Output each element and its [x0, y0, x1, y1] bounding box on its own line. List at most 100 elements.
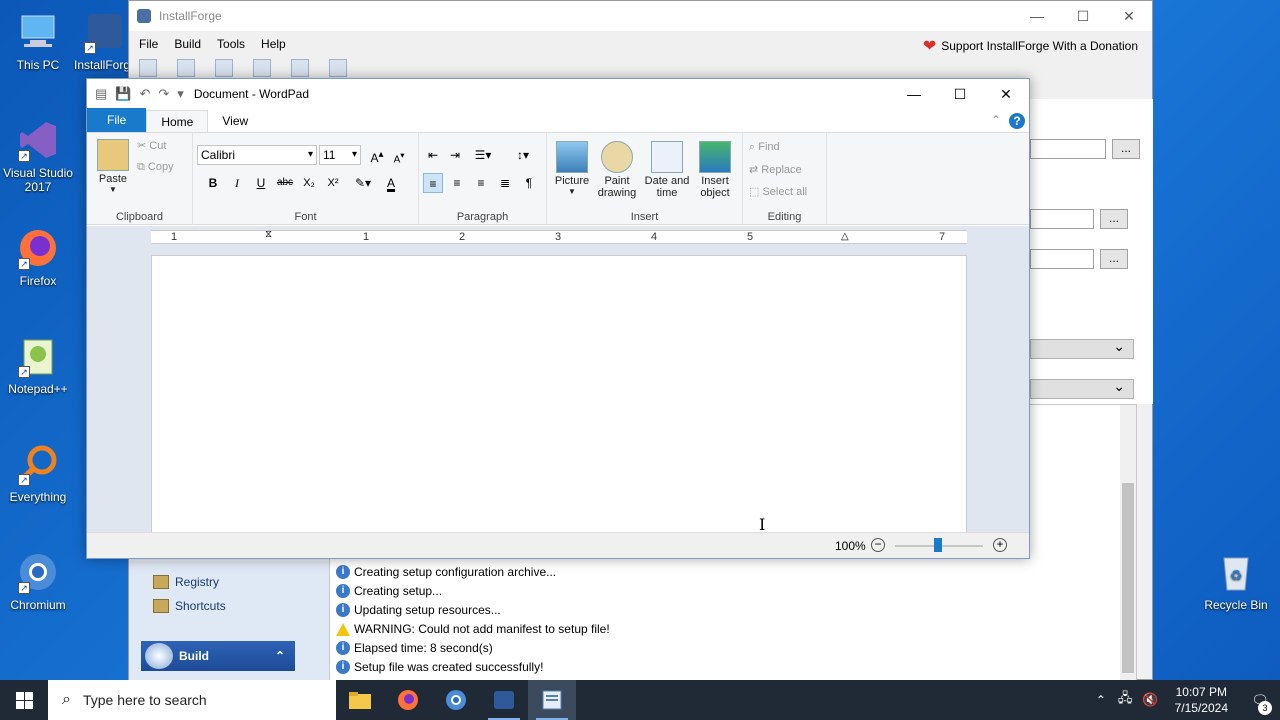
select-all-button[interactable]: ⬚ Select all: [749, 185, 807, 198]
right-indent-marker-icon[interactable]: △: [841, 231, 849, 242]
wordpad-titlebar[interactable]: ▤ 💾 ↶ ↷ ▾ Document - WordPad: [87, 79, 1029, 109]
browse-button-1[interactable]: ...: [1112, 139, 1140, 159]
menu-build[interactable]: Build: [174, 37, 201, 51]
close-icon[interactable]: ✕: [1106, 1, 1152, 31]
start-button[interactable]: [0, 680, 48, 720]
desktop-icon-firefox[interactable]: ↗ Firefox: [0, 226, 76, 288]
desktop-icon-installforge[interactable]: ↗ InstallForge: [74, 10, 137, 72]
save-icon[interactable]: 💾: [115, 86, 131, 102]
shrink-font-icon[interactable]: A▾: [389, 145, 409, 165]
superscript-button[interactable]: X²: [323, 173, 343, 193]
underline-button[interactable]: U: [251, 173, 271, 193]
insert-picture-button[interactable]: Picture ▼: [553, 141, 591, 196]
justify-icon[interactable]: ≣: [495, 173, 515, 193]
minimize-ribbon-icon[interactable]: ⌃: [991, 113, 1001, 127]
installforge-titlebar[interactable]: InstallForge: [129, 1, 1152, 31]
combo-2[interactable]: [1030, 378, 1134, 399]
tab-view[interactable]: View: [208, 110, 262, 132]
minimize-icon[interactable]: —: [1014, 1, 1060, 31]
tab-file[interactable]: File: [87, 108, 147, 132]
taskbar-wordpad[interactable]: [528, 680, 576, 720]
log-scrollbar[interactable]: [1120, 405, 1136, 682]
align-left-icon[interactable]: ≡: [423, 173, 443, 193]
collapse-chevron-icon[interactable]: ⌃: [275, 641, 285, 671]
maximize-icon[interactable]: ☐: [937, 79, 983, 109]
copy-button[interactable]: ⧉ Copy: [137, 161, 174, 174]
align-center-icon[interactable]: ≡: [447, 173, 467, 193]
paragraph-settings-icon[interactable]: ¶: [519, 173, 539, 193]
taskbar-chromium[interactable]: [432, 680, 480, 720]
grow-font-icon[interactable]: A▴: [367, 145, 387, 165]
wordpad-window[interactable]: ▤ 💾 ↶ ↷ ▾ Document - WordPad — ☐ ✕ File …: [86, 78, 1030, 559]
taskbar-installforge[interactable]: [480, 680, 528, 720]
settings-icon[interactable]: [253, 59, 271, 77]
action-center-button[interactable]: 🗨 3: [1240, 692, 1280, 715]
tab-home[interactable]: Home: [146, 110, 209, 132]
find-button[interactable]: ⌕ Find: [749, 141, 780, 154]
zoom-slider-thumb[interactable]: [934, 538, 942, 552]
document-page[interactable]: [151, 255, 967, 535]
desktop-icon-visual-studio[interactable]: ↗ Visual Studio 2017: [0, 118, 76, 194]
increase-indent-icon[interactable]: ⇥: [445, 145, 465, 165]
align-right-icon[interactable]: ≡: [471, 173, 491, 193]
help-icon[interactable]: ?: [1009, 113, 1025, 129]
italic-button[interactable]: I: [227, 173, 247, 193]
show-hidden-icons-icon[interactable]: ⌃: [1096, 693, 1106, 707]
path-field-3[interactable]: [1030, 249, 1094, 269]
log-scrollbar-thumb[interactable]: [1122, 483, 1134, 673]
path-field-1[interactable]: [1030, 139, 1106, 159]
path-field-2[interactable]: [1030, 209, 1094, 229]
donate-link[interactable]: ❤ Support InstallForge With a Donation: [923, 36, 1138, 56]
line-spacing-icon[interactable]: ↕▾: [509, 145, 537, 165]
wordpad-app-icon[interactable]: ▤: [95, 86, 107, 102]
network-icon[interactable]: 🖧: [1118, 689, 1133, 711]
close-icon[interactable]: ✕: [983, 79, 1029, 109]
open-project-icon[interactable]: [177, 59, 195, 77]
volume-muted-icon[interactable]: 🔇: [1142, 692, 1158, 708]
subscript-button[interactable]: X₂: [299, 173, 319, 193]
undo-icon[interactable]: ↶: [139, 86, 150, 102]
save-project-icon[interactable]: [215, 59, 233, 77]
replace-button[interactable]: ⇄ Replace: [749, 163, 802, 176]
customize-qat-icon[interactable]: ▾: [177, 86, 184, 102]
new-project-icon[interactable]: [139, 59, 157, 77]
sidebar-build-header[interactable]: Build ⌃: [141, 641, 295, 671]
help-icon[interactable]: [329, 59, 347, 77]
desktop-icon-notepadpp[interactable]: ↗ Notepad++: [0, 334, 76, 396]
cut-button[interactable]: ✂ Cut: [137, 139, 166, 152]
desktop-icon-everything[interactable]: ↗ Everything: [0, 442, 76, 504]
sidebar-item-shortcuts[interactable]: Shortcuts: [153, 599, 226, 613]
font-family-select[interactable]: Calibri: [197, 145, 317, 165]
strikethrough-button[interactable]: abc: [275, 173, 295, 193]
paint-drawing-button[interactable]: Paint drawing: [595, 141, 639, 199]
taskbar-file-explorer[interactable]: [336, 680, 384, 720]
bold-button[interactable]: B: [203, 173, 223, 193]
browse-button-2[interactable]: ...: [1100, 209, 1128, 229]
combo-1[interactable]: [1030, 338, 1134, 359]
taskbar-firefox[interactable]: [384, 680, 432, 720]
font-size-select[interactable]: 11: [319, 145, 361, 165]
taskbar-search-box[interactable]: ⌕ Type here to search: [48, 680, 336, 720]
highlight-icon[interactable]: ✎▾: [349, 173, 377, 193]
bullets-icon[interactable]: ☰▾: [469, 145, 497, 165]
browse-button-3[interactable]: ...: [1100, 249, 1128, 269]
indent-marker-icon[interactable]: ⧖: [265, 229, 272, 240]
minimize-icon[interactable]: —: [891, 79, 937, 109]
desktop-icon-this-pc[interactable]: This PC: [0, 10, 76, 72]
menu-file[interactable]: File: [139, 37, 158, 51]
zoom-out-icon[interactable]: −: [871, 538, 885, 552]
decrease-indent-icon[interactable]: ⇤: [423, 145, 443, 165]
desktop-icon-recycle-bin[interactable]: ♻ Recycle Bin: [1198, 550, 1274, 612]
maximize-icon[interactable]: ☐: [1060, 1, 1106, 31]
taskbar-clock[interactable]: 10:07 PM 7/15/2024: [1175, 684, 1228, 716]
redo-icon[interactable]: ↷: [158, 86, 169, 102]
zoom-in-icon[interactable]: +: [993, 538, 1007, 552]
font-color-button[interactable]: A: [381, 173, 401, 193]
menu-help[interactable]: Help: [261, 37, 286, 51]
date-time-button[interactable]: Date and time: [643, 141, 691, 199]
ruler[interactable]: 1 ⧖ 1 2 3 4 5 △ 6 7: [151, 229, 967, 244]
about-icon[interactable]: [291, 59, 309, 77]
sidebar-item-registry[interactable]: Registry: [153, 575, 219, 589]
insert-object-button[interactable]: Insert object: [695, 141, 735, 199]
desktop-icon-chromium[interactable]: ↗ Chromium: [0, 550, 76, 612]
